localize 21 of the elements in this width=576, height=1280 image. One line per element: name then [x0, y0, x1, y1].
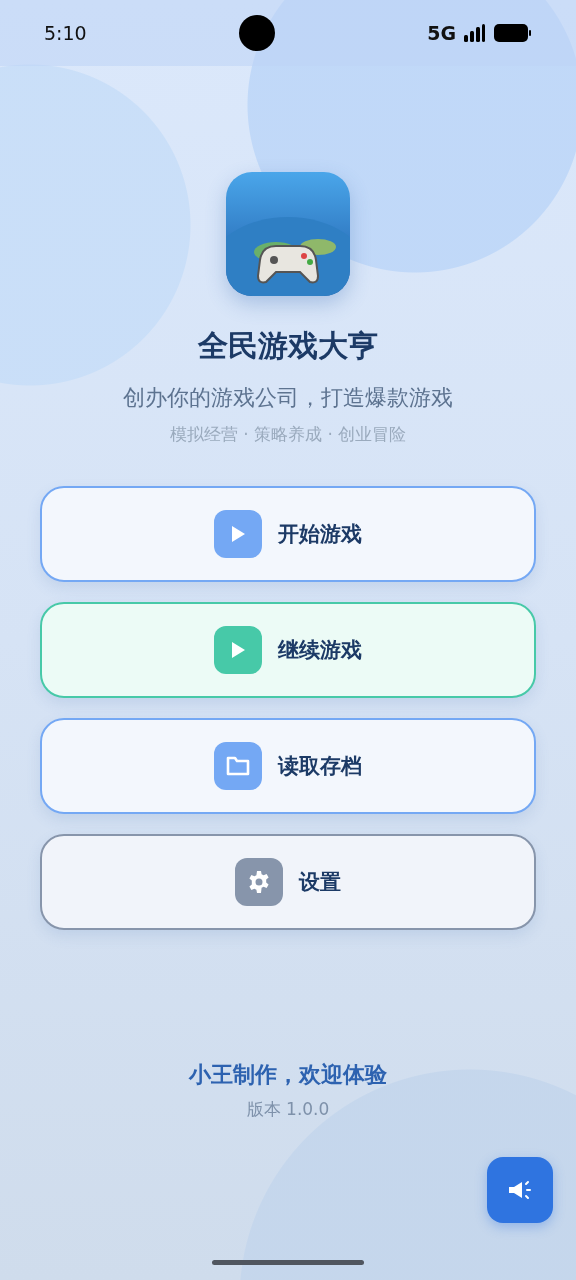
- settings-icon: [247, 870, 271, 894]
- app-subtitle: 创办你的游戏公司，打造爆款游戏: [123, 384, 453, 412]
- status-time: 5:10: [44, 22, 87, 44]
- app-title: 全民游戏大亨: [198, 327, 378, 365]
- megaphone-icon: [507, 1179, 533, 1201]
- version-text: 版本 1.0.0: [246, 1098, 330, 1121]
- signal-icon: [464, 24, 486, 42]
- play-icon: [230, 641, 246, 659]
- genre-tags: 模拟经营 · 策略养成 · 创业冒险: [169, 423, 407, 446]
- app-icon: [226, 172, 350, 296]
- play-icon: [230, 525, 246, 543]
- camera-hole: [238, 15, 275, 51]
- menu-button[interactable]: 继续游戏: [40, 602, 536, 698]
- folder-icon: [225, 755, 251, 777]
- menu-button[interactable]: 开始游戏: [40, 486, 536, 582]
- network-label: 5G: [427, 22, 456, 44]
- credit-text: 小王制作，欢迎体验: [189, 1061, 387, 1089]
- battery-icon: [494, 24, 532, 42]
- menu-button[interactable]: 读取存档: [40, 718, 536, 814]
- announcement-button[interactable]: [487, 1157, 553, 1223]
- menu-button[interactable]: 设置: [40, 834, 536, 930]
